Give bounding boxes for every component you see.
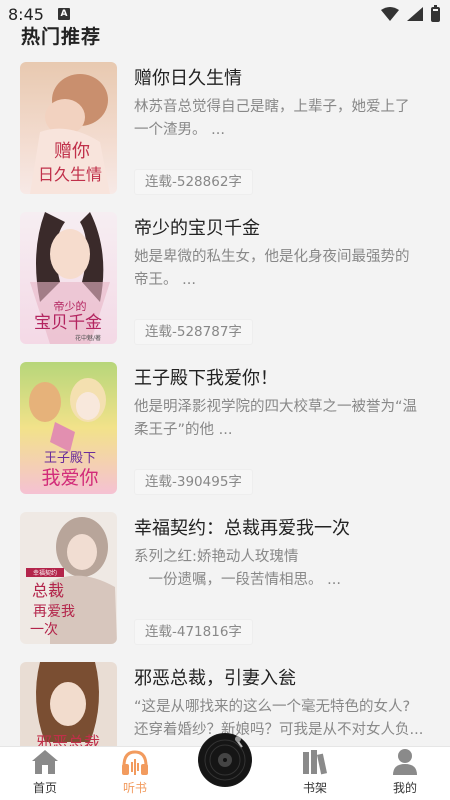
book-cover[interactable]: 幸福契约 总裁 再爱我 一次	[20, 512, 117, 644]
section-title: 热门推荐	[21, 26, 102, 48]
svg-text:再爱我: 再爱我	[33, 604, 75, 620]
description-line: 林苏音总觉得自己是瞎，上辈子，她爱上了	[134, 99, 410, 115]
nav-item-home[interactable]: 首页	[0, 747, 90, 800]
book-item[interactable]: 王子殿下 我爱你 王子殿下我爱你！ 他是明泽影视学院的四大校草之一被誉为“温 柔…	[20, 362, 430, 495]
book-item[interactable]: 赠你 日久生情 赠你日久生情 林苏音总觉得自己是瞎，上辈子，她爱上了 一个渣男。…	[20, 62, 430, 195]
book-description: 他是明泽影视学院的四大校草之一被誉为“温 柔王子”的他 ...	[134, 396, 424, 442]
status-badge: 连载-528787字	[134, 319, 253, 345]
book-description: 系列之红:娇艳动人玫瑰情 一份遗嘱，一段苦情相思。 ...	[134, 546, 424, 592]
svg-text:宝贝千金: 宝贝千金	[34, 313, 102, 333]
user-icon	[393, 749, 417, 775]
book-description: 她是卑微的私生女，他是化身夜间最强势的 帝王。 ...	[134, 246, 424, 292]
description-line: 帝王。 ...	[134, 272, 196, 288]
book-title[interactable]: 王子殿下我爱你！	[134, 364, 278, 390]
battery-icon	[431, 4, 440, 22]
svg-text:王子殿下: 王子殿下	[44, 451, 96, 466]
home-icon	[32, 750, 58, 774]
book-title[interactable]: 邪恶总裁，引妻入瓮	[134, 664, 296, 690]
description-line: 他是明泽影视学院的四大校草之一被誉为“温	[134, 399, 418, 415]
book-cover[interactable]: 帝少的 宝贝千金 花中魅/著	[20, 212, 117, 344]
book-cover[interactable]: 王子殿下 我爱你	[20, 362, 117, 494]
vinyl-disc-icon	[198, 733, 252, 787]
nav-item-player[interactable]	[180, 733, 270, 800]
book-title[interactable]: 幸福契约：总裁再爱我一次	[134, 514, 350, 540]
description-line: 还穿着婚纱？新娘吗？可我是从不对女人负...	[134, 722, 424, 738]
svg-text:幸福契约: 幸福契约	[33, 569, 57, 577]
status-time: 8:45	[8, 4, 44, 24]
description-line: 系列之红:娇艳动人玫瑰情	[134, 549, 299, 565]
status-badge: 连载-471816字	[134, 619, 253, 645]
headphones-icon	[122, 750, 148, 775]
nav-item-profile[interactable]: 我的	[360, 747, 450, 800]
svg-text:一次: 一次	[30, 622, 58, 638]
bottom-nav: 首页 听书 书架 我的	[0, 733, 450, 800]
nav-item-bookshelf[interactable]: 书架	[270, 747, 360, 800]
svg-text:我爱你: 我爱你	[41, 467, 98, 489]
book-title[interactable]: 帝少的宝贝千金	[134, 214, 260, 240]
description-line: 一份遗嘱，一段苦情相思。 ...	[134, 572, 341, 588]
description-line: 她是卑微的私生女，他是化身夜间最强势的	[134, 249, 410, 265]
book-cover[interactable]: 赠你 日久生情	[20, 62, 117, 194]
nav-label: 我的	[392, 781, 417, 795]
nav-label: 书架	[302, 781, 327, 795]
notification-icon: A	[57, 8, 70, 20]
svg-text:帝少的: 帝少的	[54, 299, 87, 313]
svg-text:日久生情: 日久生情	[38, 165, 102, 184]
signal-icon	[407, 7, 423, 21]
book-description: “这是从哪找来的这么一个毫无特色的女人? 还穿着婚纱？新娘吗？可我是从不对女人负…	[134, 696, 424, 742]
nav-item-listen[interactable]: 听书	[90, 747, 180, 800]
description-line: 柔王子”的他 ...	[134, 422, 233, 438]
status-badge: 连载-528862字	[134, 169, 253, 195]
book-item[interactable]: 幸福契约 总裁 再爱我 一次 幸福契约：总裁再爱我一次 系列之红:娇艳动人玫瑰情…	[20, 512, 430, 645]
book-title[interactable]: 赠你日久生情	[134, 64, 242, 90]
cover-title-text: 赠你	[54, 141, 90, 162]
svg-text:花中魅/著: 花中魅/著	[75, 334, 101, 342]
status-indicators	[381, 4, 440, 22]
bookshelf-icon	[303, 750, 328, 775]
svg-text:总裁: 总裁	[32, 581, 64, 600]
status-badge: 连载-390495字	[134, 469, 253, 495]
book-description: 林苏音总觉得自己是瞎，上辈子，她爱上了 一个渣男。 ...	[134, 96, 424, 142]
description-line: “这是从哪找来的这么一个毫无特色的女人?	[134, 699, 411, 715]
wifi-icon	[381, 7, 399, 21]
description-line: 一个渣男。 ...	[134, 122, 225, 138]
nav-label: 听书	[122, 781, 147, 795]
book-item[interactable]: 帝少的 宝贝千金 花中魅/著 帝少的宝贝千金 她是卑微的私生女，他是化身夜间最强…	[20, 212, 430, 345]
nav-label: 首页	[32, 781, 57, 795]
